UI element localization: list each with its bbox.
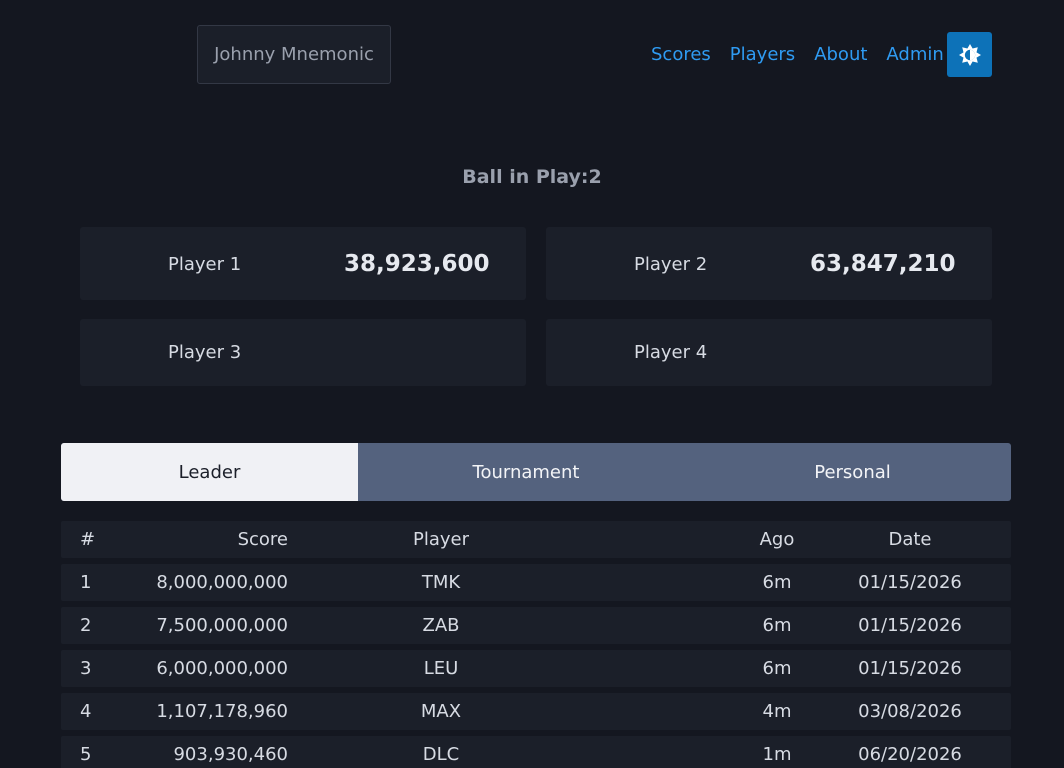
player-name: Player 2 (634, 254, 708, 275)
player-score: 38,923,600 (344, 251, 490, 277)
row-player: DLC (422, 744, 460, 765)
player-card-1: Player 1 38,923,600 (80, 227, 526, 300)
column-header-ago: Ago (759, 529, 795, 550)
row-date: 01/15/2026 (858, 572, 962, 593)
player-score: 63,847,210 (810, 251, 956, 277)
row-rank: 1 (80, 572, 92, 593)
column-header-date: Date (888, 529, 932, 550)
table-row: 2 7,500,000,000 ZAB 6m 01/15/2026 (61, 607, 1011, 644)
page: Johnny Mnemonic Scores Players About Adm… (0, 0, 1064, 768)
nav-about[interactable]: About (814, 44, 867, 66)
row-player: ZAB (422, 615, 460, 636)
table-row: 4 1,107,178,960 MAX 4m 03/08/2026 (61, 693, 1011, 730)
row-player: MAX (420, 701, 462, 722)
table-row: 5 903,930,460 DLC 1m 06/20/2026 (61, 736, 1011, 768)
nav-scores[interactable]: Scores (651, 44, 711, 66)
game-title-box: Johnny Mnemonic (197, 25, 391, 84)
brightness-icon (958, 43, 981, 66)
row-player: TMK (421, 572, 461, 593)
player-name: Player 3 (168, 342, 242, 363)
player-name: Player 1 (168, 254, 242, 275)
column-header-score: Score (237, 529, 288, 550)
row-rank: 3 (80, 658, 92, 679)
top-nav: Scores Players About Admin (651, 44, 963, 66)
row-ago: 6m (762, 658, 792, 679)
table-header: # Score Player Ago Date (61, 521, 1011, 558)
row-score: 8,000,000,000 (156, 572, 288, 593)
game-title: Johnny Mnemonic (214, 44, 374, 65)
theme-toggle-button[interactable] (947, 32, 992, 77)
row-date: 01/15/2026 (858, 615, 962, 636)
table-row: 1 8,000,000,000 TMK 6m 01/15/2026 (61, 564, 1011, 601)
row-player: LEU (423, 658, 459, 679)
row-score: 903,930,460 (173, 744, 288, 765)
table-row: 3 6,000,000,000 LEU 6m 01/15/2026 (61, 650, 1011, 687)
row-score: 1,107,178,960 (156, 701, 288, 722)
player-card-3: Player 3 (80, 319, 526, 386)
row-rank: 5 (80, 744, 92, 765)
nav-admin[interactable]: Admin (886, 44, 943, 66)
column-header-rank: # (80, 529, 96, 550)
player-card-4: Player 4 (546, 319, 992, 386)
row-rank: 4 (80, 701, 92, 722)
tab-personal[interactable]: Personal (694, 443, 1011, 501)
row-ago: 6m (762, 572, 792, 593)
leaderboard-tabs: Leader Tournament Personal (61, 443, 1011, 501)
row-score: 7,500,000,000 (156, 615, 288, 636)
row-rank: 2 (80, 615, 92, 636)
row-ago: 1m (762, 744, 792, 765)
row-ago: 6m (762, 615, 792, 636)
row-date: 03/08/2026 (858, 701, 962, 722)
tab-tournament[interactable]: Tournament (358, 443, 694, 501)
ball-in-play: Ball in Play:2 (462, 166, 602, 188)
column-header-player: Player (412, 529, 469, 550)
row-date: 06/20/2026 (858, 744, 962, 765)
player-card-2: Player 2 63,847,210 (546, 227, 992, 300)
player-name: Player 4 (634, 342, 708, 363)
row-date: 01/15/2026 (858, 658, 962, 679)
nav-players[interactable]: Players (730, 44, 795, 66)
row-ago: 4m (762, 701, 792, 722)
row-score: 6,000,000,000 (156, 658, 288, 679)
tab-leader[interactable]: Leader (61, 443, 358, 501)
